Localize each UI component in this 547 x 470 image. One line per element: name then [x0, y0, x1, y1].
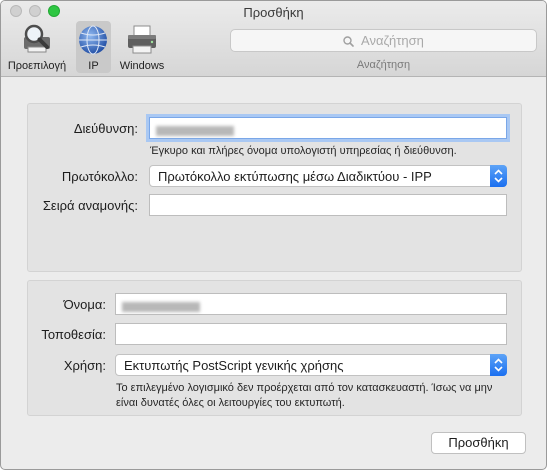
search-icon	[343, 33, 361, 48]
name-field[interactable]	[115, 293, 507, 315]
globe-icon	[76, 23, 110, 57]
name-label: Όνομα:	[63, 297, 106, 312]
toolbar-item-ip-label: IP	[88, 60, 99, 72]
magnifier-printer-icon	[20, 23, 54, 57]
queue-label: Σειρά αναμονής:	[42, 198, 138, 213]
protocol-value: Πρωτόκολλο εκτύπωσης μέσω Διαδικτύου - I…	[158, 169, 432, 184]
toolbar-item-default-label: Προεπιλογή	[7, 60, 67, 72]
address-value-redacted	[156, 125, 234, 136]
add-button[interactable]: Προσθήκη	[431, 432, 526, 454]
popup-arrows-icon	[490, 165, 507, 187]
search-field[interactable]: Αναζήτηση	[230, 29, 537, 52]
name-value-redacted	[122, 301, 200, 312]
use-popup[interactable]: Εκτυπωτής PostScript γενικής χρήσης	[115, 354, 507, 376]
address-field[interactable]	[149, 117, 507, 139]
title-toolbar: Προσθήκη Προεπιλογή IP Windows Αναζήτηση…	[1, 1, 546, 77]
protocol-label: Πρωτόκολλο:	[61, 169, 138, 184]
driver-warning: Το επιλεγμένο λογισμικό δεν προέρχεται α…	[116, 382, 493, 409]
location-field[interactable]	[115, 323, 507, 345]
toolbar-item-ip[interactable]: IP	[76, 21, 111, 73]
toolbar-item-default[interactable]: Προεπιλογή	[3, 23, 71, 73]
use-label: Χρήση:	[63, 358, 106, 373]
printer-icon	[125, 23, 159, 57]
protocol-popup[interactable]: Πρωτόκολλο εκτύπωσης μέσω Διαδικτύου - I…	[149, 165, 507, 187]
use-value: Εκτυπωτής PostScript γενικής χρήσης	[124, 358, 344, 373]
toolbar-item-windows-label: Windows	[119, 60, 165, 72]
toolbar-item-windows[interactable]: Windows	[115, 23, 169, 73]
address-hint: Έγκυρο και πλήρες όνομα υπολογιστή υπηρε…	[150, 145, 457, 157]
add-printer-window: Προσθήκη Προεπιλογή IP Windows Αναζήτηση…	[0, 0, 547, 470]
search-caption: Αναζήτηση	[356, 59, 411, 71]
popup-arrows-icon	[490, 354, 507, 376]
window-title: Προσθήκη	[243, 5, 304, 20]
location-label: Τοποθεσία:	[41, 327, 106, 342]
search-placeholder: Αναζήτηση	[361, 33, 424, 48]
queue-field[interactable]	[149, 194, 507, 216]
address-label: Διεύθυνση:	[73, 121, 138, 136]
